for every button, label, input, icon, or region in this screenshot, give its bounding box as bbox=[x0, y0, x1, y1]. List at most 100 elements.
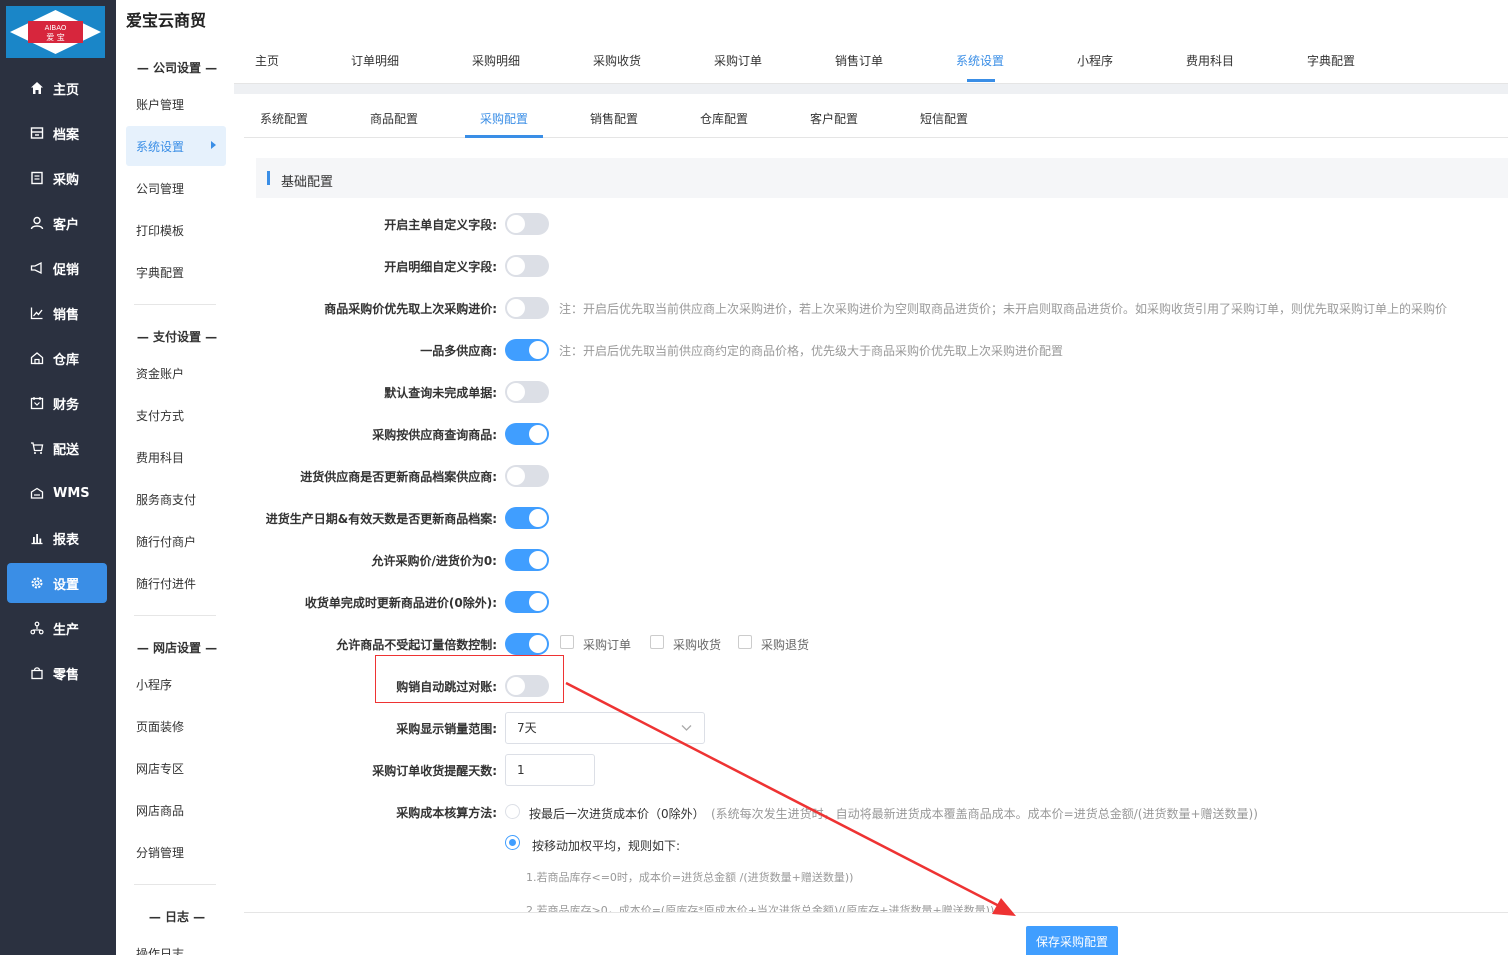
subnav-item-sxf-merchant[interactable]: 随行付商户 bbox=[126, 521, 226, 561]
tab-sms-config[interactable]: 短信配置 bbox=[920, 100, 968, 138]
tab-goods-config[interactable]: 商品配置 bbox=[370, 100, 418, 138]
toggle-multi-supplier[interactable] bbox=[505, 339, 549, 361]
tab-sales-config[interactable]: 销售配置 bbox=[590, 100, 638, 138]
remind-days-input[interactable]: 1 bbox=[505, 754, 595, 786]
subnav-section-title: — 支付设置 — bbox=[136, 330, 218, 344]
setting-label: 一品多供应商: bbox=[420, 344, 497, 358]
toggle-knob bbox=[529, 551, 547, 569]
sidebar-item-purchase[interactable]: 采购 bbox=[7, 158, 107, 198]
toggle-knob bbox=[529, 425, 547, 443]
warehouse-icon bbox=[29, 350, 45, 366]
sidebar-item-finance[interactable]: 财务 bbox=[7, 383, 107, 423]
setting-label: 默认查询未完成单据: bbox=[384, 386, 497, 400]
subnav-item-mini-program[interactable]: 小程序 bbox=[126, 664, 226, 704]
subnav-item-company[interactable]: 公司管理 bbox=[126, 168, 226, 208]
toggle-last-purchase-price[interactable] bbox=[505, 297, 549, 319]
subnav-item-operation-log[interactable]: 操作日志 bbox=[126, 933, 226, 955]
tab-purchase-detail[interactable]: 采购明细 bbox=[472, 38, 520, 84]
wms-icon bbox=[29, 485, 45, 501]
radio-last-cost[interactable] bbox=[505, 804, 520, 819]
sidebar-item-sales[interactable]: 销售 bbox=[7, 293, 107, 333]
tab-purchase-receipt[interactable]: 采购收货 bbox=[593, 38, 641, 84]
subnav-item-payment-method[interactable]: 支付方式 bbox=[126, 395, 226, 435]
tab-purchase-order[interactable]: 采购订单 bbox=[714, 38, 762, 84]
tab-customer-config[interactable]: 客户配置 bbox=[810, 100, 858, 138]
setting-label: 开启明细自定义字段: bbox=[384, 260, 497, 274]
toggle-detail-custom-field[interactable] bbox=[505, 255, 549, 277]
radio-moving-average[interactable] bbox=[505, 835, 520, 850]
checkbox-label: 采购收货 bbox=[673, 638, 722, 652]
checkbox-purchase-return[interactable] bbox=[738, 635, 752, 649]
tab-warehouse-config[interactable]: 仓库配置 bbox=[700, 100, 748, 138]
page-tabs-bar: 主页 订单明细 采购明细 采购收货 采购订单 销售订单 系统设置 小程序 费用科… bbox=[234, 38, 1508, 84]
toggle-knob bbox=[529, 635, 547, 653]
toggle-update-cost-on-complete[interactable] bbox=[505, 591, 549, 613]
toggle-knob bbox=[529, 341, 547, 359]
tab-mini-program[interactable]: 小程序 bbox=[1077, 38, 1113, 84]
subnav-item-shop-goods[interactable]: 网店商品 bbox=[126, 790, 226, 830]
subnav-item-distribution[interactable]: 分销管理 bbox=[126, 832, 226, 872]
subnav-item-shop-zone[interactable]: 网店专区 bbox=[126, 748, 226, 788]
toggle-update-production-date[interactable] bbox=[505, 507, 549, 529]
sidebar-item-settings[interactable]: 设置 bbox=[7, 563, 107, 603]
sidebar-item-home[interactable]: 主页 bbox=[7, 68, 107, 108]
toggle-query-by-supplier[interactable] bbox=[505, 423, 549, 445]
subnav-item-expense-subject[interactable]: 费用科目 bbox=[126, 437, 226, 477]
panel-title: 基础配置 bbox=[281, 175, 334, 190]
sidebar-item-warehouse[interactable]: 仓库 bbox=[7, 338, 107, 378]
finance-icon bbox=[29, 395, 45, 411]
chart-icon bbox=[29, 305, 45, 321]
tab-order-detail[interactable]: 订单明细 bbox=[351, 38, 399, 84]
setting-note: 注：开启后优先取当前供应商上次采购进价，若上次采购进价为空则取商品进货价；未开启… bbox=[559, 302, 1448, 316]
app-brand-title: 爱宝云商贸 bbox=[126, 11, 207, 30]
tab-purchase-config[interactable]: 采购配置 bbox=[480, 100, 528, 138]
subnav-item-system-settings[interactable]: 系统设置 bbox=[126, 126, 226, 166]
archive-icon bbox=[29, 125, 45, 141]
sidebar-item-label: 财务 bbox=[53, 397, 80, 413]
subnav-item-account[interactable]: 账户管理 bbox=[126, 84, 226, 124]
subnav-item-page-decoration[interactable]: 页面装修 bbox=[126, 706, 226, 746]
sidebar-item-wms[interactable]: WMS bbox=[7, 473, 107, 513]
sidebar-item-label: 仓库 bbox=[53, 352, 80, 368]
subnav-item-fund-account[interactable]: 资金账户 bbox=[126, 353, 226, 393]
sidebar-item-delivery[interactable]: 配送 bbox=[7, 428, 107, 468]
tab-sales-order[interactable]: 销售订单 bbox=[835, 38, 883, 84]
toggle-query-unfinished[interactable] bbox=[505, 381, 549, 403]
sidebar-item-promotion[interactable]: 促销 bbox=[7, 248, 107, 288]
sidebar-item-report[interactable]: 报表 bbox=[7, 518, 107, 558]
toggle-knob bbox=[529, 509, 547, 527]
setting-label: 允许采购价/进货价为0: bbox=[371, 554, 497, 568]
setting-label: 购销自动跳过对账: bbox=[396, 680, 497, 694]
toggle-knob bbox=[507, 299, 525, 317]
toggle-allow-zero-price[interactable] bbox=[505, 549, 549, 571]
sidebar-item-archive[interactable]: 档案 bbox=[7, 113, 107, 153]
subnav-item-sxf-onboarding[interactable]: 随行付进件 bbox=[126, 563, 226, 603]
setting-label: 进货生产日期&有效天数是否更新商品档案: bbox=[265, 512, 497, 526]
tab-system-config[interactable]: 系统配置 bbox=[260, 100, 308, 138]
divider bbox=[134, 615, 216, 616]
toggle-main-custom-field[interactable] bbox=[505, 213, 549, 235]
user-icon bbox=[29, 215, 45, 231]
setting-label: 进货供应商是否更新商品档案供应商: bbox=[300, 470, 497, 484]
toggle-ignore-moq-multiple[interactable] bbox=[505, 633, 549, 655]
subnav-item-print-template[interactable]: 打印模板 bbox=[126, 210, 226, 250]
svg-text:爱 宝: 爱 宝 bbox=[46, 32, 65, 42]
tab-expense-subject[interactable]: 费用科目 bbox=[1186, 38, 1234, 84]
tab-dictionary[interactable]: 字典配置 bbox=[1307, 38, 1355, 84]
select-value: 7天 bbox=[517, 721, 537, 735]
checkbox-purchase-order[interactable] bbox=[560, 635, 574, 649]
sidebar-item-label: 配送 bbox=[53, 442, 80, 458]
sidebar-item-label: 促销 bbox=[53, 262, 80, 278]
subnav-item-provider-pay[interactable]: 服务商支付 bbox=[126, 479, 226, 519]
sidebar-item-production[interactable]: 生产 bbox=[7, 608, 107, 648]
checkbox-purchase-receipt[interactable] bbox=[650, 635, 664, 649]
sidebar-item-customer[interactable]: 客户 bbox=[7, 203, 107, 243]
toggle-skip-reconciliation[interactable] bbox=[505, 675, 549, 697]
tab-home[interactable]: 主页 bbox=[255, 38, 279, 84]
toggle-update-goods-supplier[interactable] bbox=[505, 465, 549, 487]
save-purchase-config-button[interactable]: 保存采购配置 bbox=[1026, 926, 1118, 955]
sales-range-select[interactable]: 7天 bbox=[505, 712, 705, 744]
tab-system-settings[interactable]: 系统设置 bbox=[956, 38, 1004, 84]
subnav-item-dictionary[interactable]: 字典配置 bbox=[126, 252, 226, 292]
sidebar-item-retail[interactable]: 零售 bbox=[7, 653, 107, 693]
